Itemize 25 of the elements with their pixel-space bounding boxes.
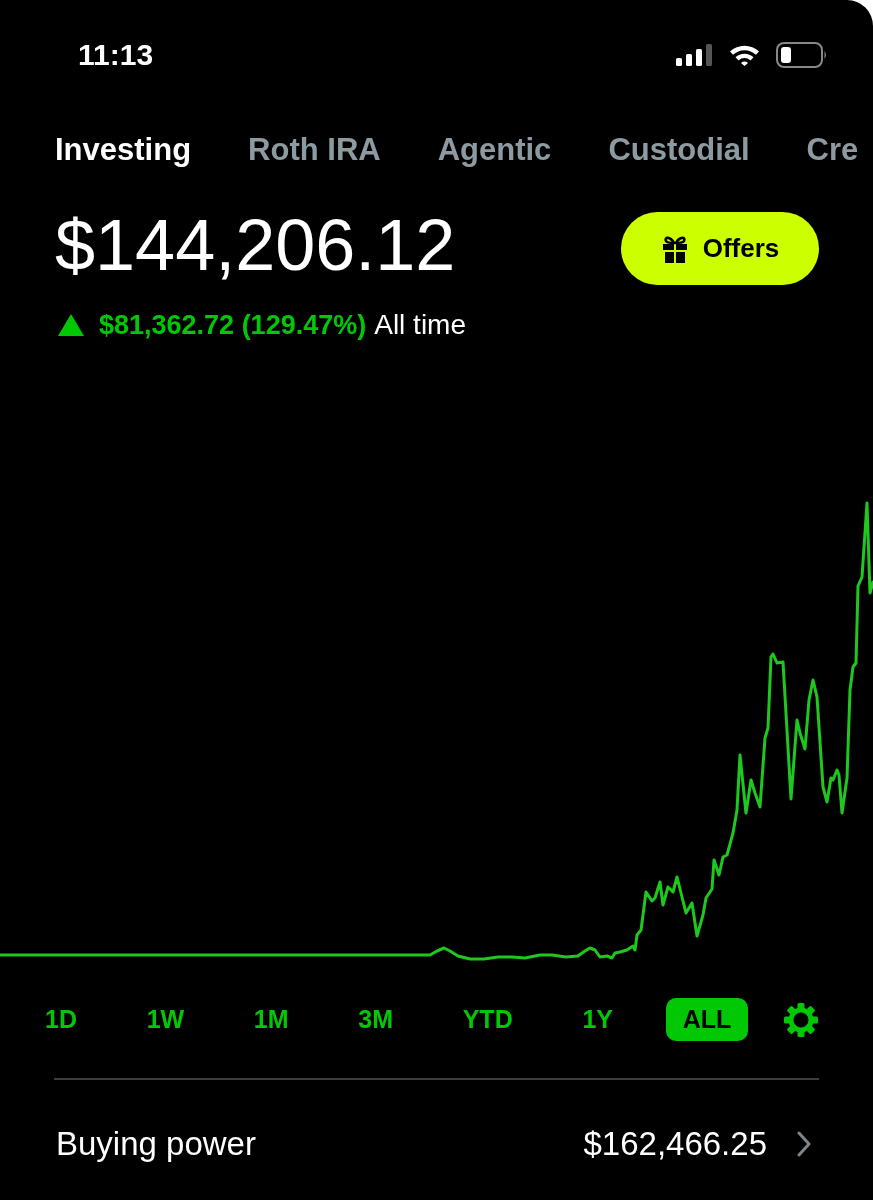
wifi-icon (729, 44, 760, 66)
account-tab[interactable]: Investing (55, 130, 192, 170)
buying-power-label: Buying power (56, 1124, 256, 1164)
range-button[interactable]: 1M (236, 998, 306, 1041)
account-tab[interactable]: Cre (806, 130, 859, 170)
battery-icon (776, 42, 828, 68)
signal-icon (676, 44, 713, 66)
range-button[interactable]: 1W (129, 998, 202, 1041)
range-button[interactable]: 3M (341, 998, 410, 1041)
buying-power-value: $162,466.25 (583, 1124, 767, 1164)
range-button[interactable]: ALL (665, 998, 749, 1041)
range-button[interactable]: 1D (28, 998, 94, 1041)
change-period: All time (374, 309, 466, 341)
portfolio-value: $144,206.12 (55, 204, 456, 285)
change-amount: $81,362.72 (129.47%) (99, 309, 367, 341)
range-button[interactable]: YTD (445, 998, 530, 1041)
account-tab[interactable]: Agentic (437, 130, 552, 170)
chevron-right-icon[interactable] (797, 1131, 811, 1157)
account-tab[interactable]: Roth IRA (248, 130, 381, 170)
range-button[interactable]: 1Y (565, 998, 630, 1041)
offers-button[interactable]: Offers (621, 212, 819, 285)
gift-icon (660, 234, 689, 263)
status-time: 11:13 (78, 37, 154, 73)
settings-icon[interactable] (783, 1002, 818, 1037)
account-tab[interactable]: Custodial (608, 130, 750, 170)
